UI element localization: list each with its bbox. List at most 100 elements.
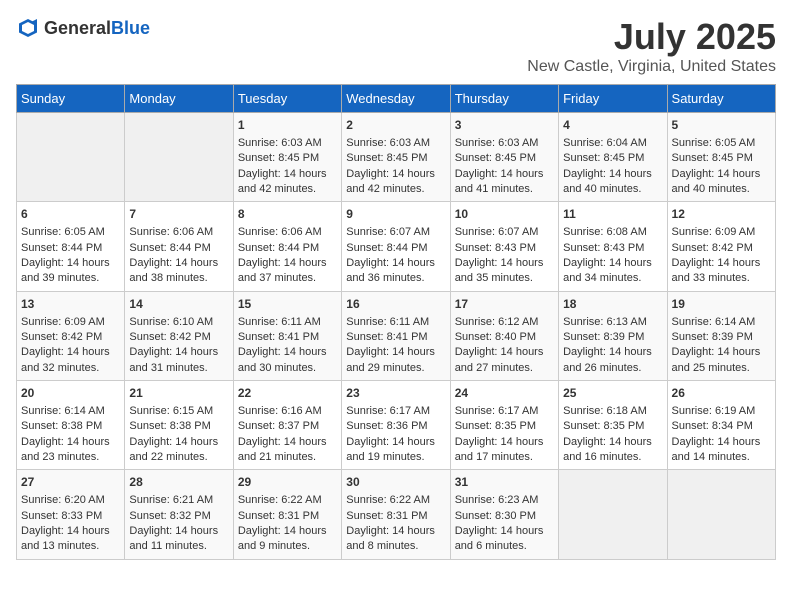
- day-info: and 17 minutes.: [455, 450, 554, 465]
- day-info: Daylight: 14 hours: [346, 435, 445, 450]
- calendar-cell: 6Sunrise: 6:05 AMSunset: 8:44 PMDaylight…: [17, 202, 125, 291]
- calendar-cell: 12Sunrise: 6:09 AMSunset: 8:42 PMDayligh…: [667, 202, 775, 291]
- day-info: Sunset: 8:35 PM: [563, 419, 662, 434]
- day-info: and 41 minutes.: [455, 182, 554, 197]
- day-info: Daylight: 14 hours: [129, 435, 228, 450]
- day-info: Daylight: 14 hours: [563, 435, 662, 450]
- day-info: Sunrise: 6:22 AM: [346, 493, 445, 508]
- weekday-header: Monday: [125, 85, 233, 113]
- day-info: Daylight: 14 hours: [563, 256, 662, 271]
- calendar-cell: 15Sunrise: 6:11 AMSunset: 8:41 PMDayligh…: [233, 291, 341, 380]
- calendar-cell: 16Sunrise: 6:11 AMSunset: 8:41 PMDayligh…: [342, 291, 450, 380]
- calendar-cell: 27Sunrise: 6:20 AMSunset: 8:33 PMDayligh…: [17, 470, 125, 559]
- calendar-cell: 8Sunrise: 6:06 AMSunset: 8:44 PMDaylight…: [233, 202, 341, 291]
- day-number: 26: [672, 385, 771, 402]
- day-info: and 40 minutes.: [563, 182, 662, 197]
- day-info: Sunset: 8:44 PM: [129, 241, 228, 256]
- calendar-cell: 17Sunrise: 6:12 AMSunset: 8:40 PMDayligh…: [450, 291, 558, 380]
- day-info: Daylight: 14 hours: [238, 167, 337, 182]
- day-info: Sunrise: 6:04 AM: [563, 136, 662, 151]
- day-info: Sunrise: 6:06 AM: [129, 225, 228, 240]
- day-info: Sunrise: 6:08 AM: [563, 225, 662, 240]
- logo-general: General: [44, 18, 111, 38]
- day-info: Sunrise: 6:11 AM: [238, 315, 337, 330]
- day-info: Sunset: 8:38 PM: [129, 419, 228, 434]
- day-number: 2: [346, 117, 445, 134]
- weekday-header: Thursday: [450, 85, 558, 113]
- day-number: 10: [455, 206, 554, 223]
- calendar-cell: [17, 113, 125, 202]
- day-info: Sunrise: 6:09 AM: [21, 315, 120, 330]
- logo-blue: Blue: [111, 18, 150, 38]
- logo: GeneralBlue: [16, 16, 150, 40]
- day-info: and 14 minutes.: [672, 450, 771, 465]
- day-info: Sunset: 8:31 PM: [238, 509, 337, 524]
- calendar-cell: 24Sunrise: 6:17 AMSunset: 8:35 PMDayligh…: [450, 381, 558, 470]
- day-info: Sunrise: 6:17 AM: [346, 404, 445, 419]
- day-info: Sunrise: 6:09 AM: [672, 225, 771, 240]
- day-number: 31: [455, 474, 554, 491]
- day-info: Sunrise: 6:03 AM: [238, 136, 337, 151]
- day-info: Sunrise: 6:03 AM: [455, 136, 554, 151]
- weekday-header: Wednesday: [342, 85, 450, 113]
- day-info: Daylight: 14 hours: [455, 345, 554, 360]
- day-number: 17: [455, 296, 554, 313]
- day-info: and 22 minutes.: [129, 450, 228, 465]
- day-info: Sunrise: 6:07 AM: [455, 225, 554, 240]
- weekday-header: Friday: [559, 85, 667, 113]
- day-number: 25: [563, 385, 662, 402]
- day-info: and 11 minutes.: [129, 539, 228, 554]
- day-info: Sunrise: 6:18 AM: [563, 404, 662, 419]
- day-info: Sunrise: 6:14 AM: [21, 404, 120, 419]
- calendar-cell: 21Sunrise: 6:15 AMSunset: 8:38 PMDayligh…: [125, 381, 233, 470]
- day-info: Sunrise: 6:13 AM: [563, 315, 662, 330]
- calendar-table: SundayMondayTuesdayWednesdayThursdayFrid…: [16, 84, 776, 560]
- day-info: Sunrise: 6:05 AM: [21, 225, 120, 240]
- day-number: 11: [563, 206, 662, 223]
- calendar-cell: 26Sunrise: 6:19 AMSunset: 8:34 PMDayligh…: [667, 381, 775, 470]
- day-info: and 13 minutes.: [21, 539, 120, 554]
- day-info: Sunrise: 6:06 AM: [238, 225, 337, 240]
- weekday-header: Tuesday: [233, 85, 341, 113]
- day-info: Daylight: 14 hours: [129, 345, 228, 360]
- day-info: Sunset: 8:32 PM: [129, 509, 228, 524]
- day-number: 29: [238, 474, 337, 491]
- calendar-cell: [667, 470, 775, 559]
- day-info: Sunrise: 6:10 AM: [129, 315, 228, 330]
- day-info: Daylight: 14 hours: [455, 435, 554, 450]
- day-info: Daylight: 14 hours: [346, 256, 445, 271]
- day-info: Sunset: 8:42 PM: [129, 330, 228, 345]
- day-number: 18: [563, 296, 662, 313]
- day-info: and 19 minutes.: [346, 450, 445, 465]
- day-info: Daylight: 14 hours: [129, 256, 228, 271]
- calendar-cell: 30Sunrise: 6:22 AMSunset: 8:31 PMDayligh…: [342, 470, 450, 559]
- day-info: Daylight: 14 hours: [21, 435, 120, 450]
- day-info: and 6 minutes.: [455, 539, 554, 554]
- day-number: 13: [21, 296, 120, 313]
- day-info: Sunset: 8:33 PM: [21, 509, 120, 524]
- calendar-cell: 20Sunrise: 6:14 AMSunset: 8:38 PMDayligh…: [17, 381, 125, 470]
- day-info: and 16 minutes.: [563, 450, 662, 465]
- day-info: Daylight: 14 hours: [672, 256, 771, 271]
- day-info: Sunset: 8:39 PM: [563, 330, 662, 345]
- day-info: Sunrise: 6:23 AM: [455, 493, 554, 508]
- day-info: Sunrise: 6:14 AM: [672, 315, 771, 330]
- day-info: Daylight: 14 hours: [563, 167, 662, 182]
- day-info: Daylight: 14 hours: [672, 345, 771, 360]
- calendar-cell: [125, 113, 233, 202]
- day-info: Sunset: 8:41 PM: [238, 330, 337, 345]
- day-info: Sunset: 8:44 PM: [21, 241, 120, 256]
- calendar-cell: 31Sunrise: 6:23 AMSunset: 8:30 PMDayligh…: [450, 470, 558, 559]
- day-info: and 42 minutes.: [238, 182, 337, 197]
- day-info: and 30 minutes.: [238, 361, 337, 376]
- day-info: and 31 minutes.: [129, 361, 228, 376]
- calendar-cell: [559, 470, 667, 559]
- day-number: 27: [21, 474, 120, 491]
- logo-icon: [16, 16, 40, 40]
- day-number: 7: [129, 206, 228, 223]
- day-number: 12: [672, 206, 771, 223]
- day-info: Sunset: 8:45 PM: [563, 151, 662, 166]
- day-info: and 33 minutes.: [672, 271, 771, 286]
- day-info: Sunset: 8:43 PM: [455, 241, 554, 256]
- day-info: Sunset: 8:41 PM: [346, 330, 445, 345]
